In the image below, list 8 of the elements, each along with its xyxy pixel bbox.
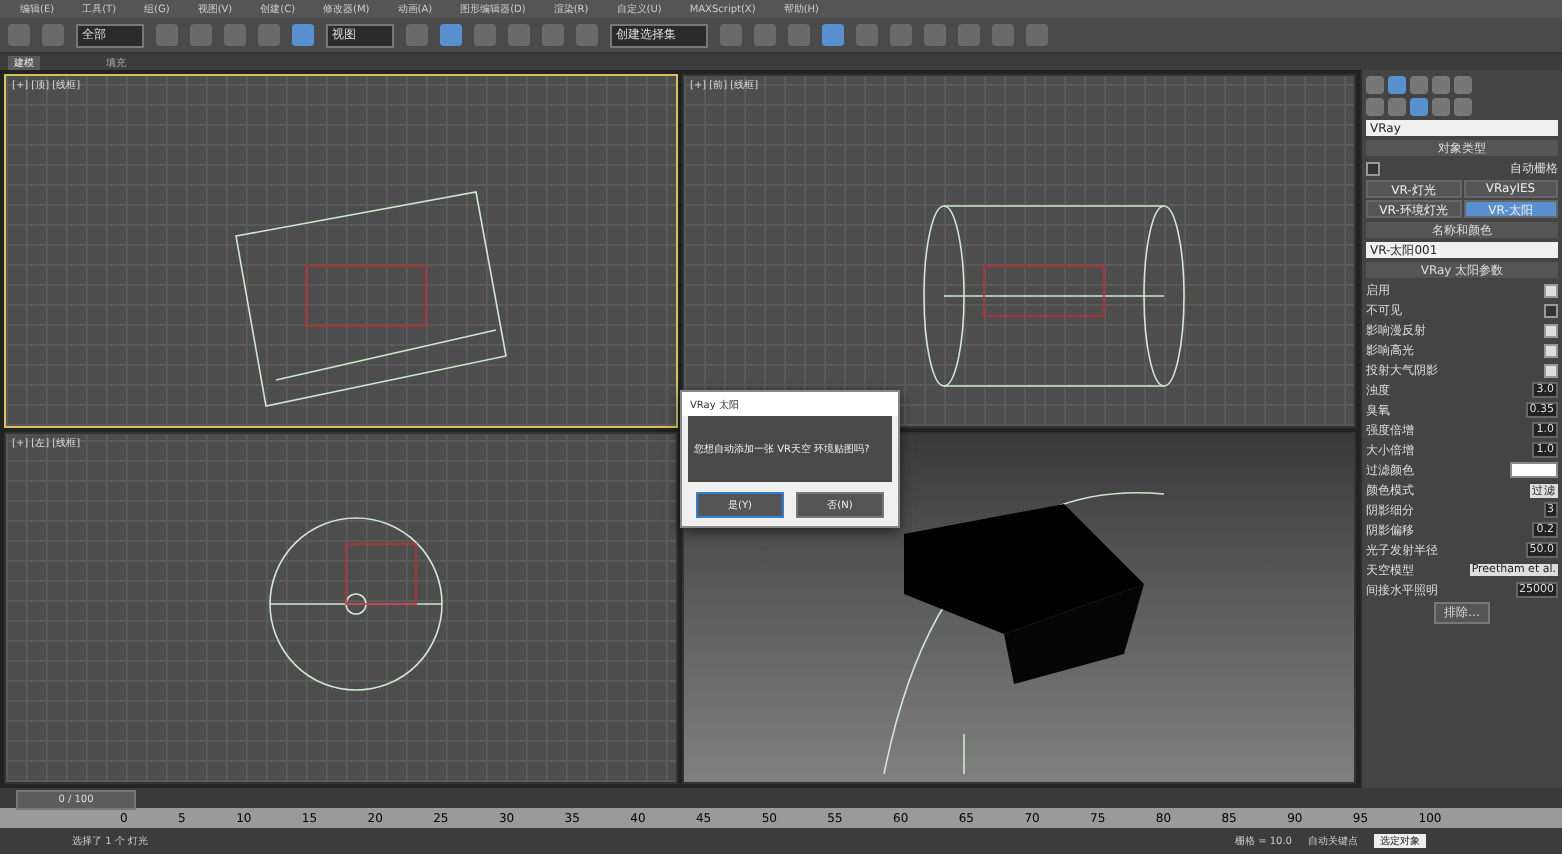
parameter-checkbox[interactable] [1544,283,1558,297]
viewport[interactable] [682,431,1356,784]
autogrid-checkbox[interactable] [1366,161,1380,175]
parameter-checkbox[interactable] [1544,303,1558,317]
parameter-checkbox[interactable] [1544,343,1558,357]
parameter-checkbox[interactable] [1544,323,1558,337]
parameter-checkbox[interactable] [1544,363,1558,377]
color-swatch[interactable] [1510,462,1558,478]
